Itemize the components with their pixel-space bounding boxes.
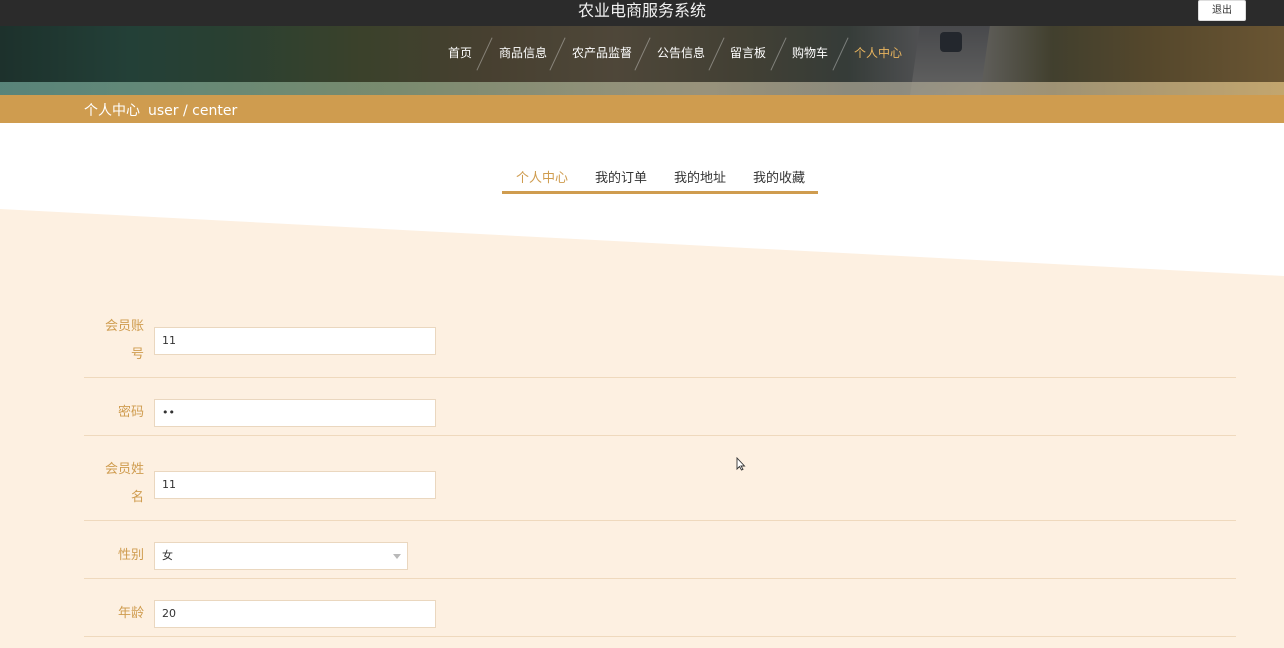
account-input[interactable]: 11 [154,327,436,355]
breadcrumb: 个人中心 user / center [0,95,1284,123]
chevron-down-icon [393,554,401,559]
site-title: 农业电商服务系统 [577,1,706,20]
mouse-cursor-icon [736,457,746,471]
name-input[interactable]: 11 [154,471,436,499]
age-label: 年龄 [117,606,144,621]
form-row-account: 会员账 号 11 [84,313,1236,378]
account-label-line2: 号 [130,347,144,362]
nav-item-home[interactable]: 首页 [448,44,472,61]
breadcrumb-title: 个人中心 [84,103,140,119]
password-input[interactable]: •• [154,399,436,427]
nav-item-supervision[interactable]: 农产品监督 [572,44,632,61]
gender-label: 性别 [117,548,144,563]
tab-orders[interactable]: 我的订单 [595,167,647,186]
nav-item-messages[interactable]: 留言板 [730,44,766,61]
name-label-line2: 名 [130,490,144,505]
tab-addresses[interactable]: 我的地址 [674,167,726,186]
password-label: 密码 [117,405,144,420]
form-row-password: 密码 •• [84,378,1236,436]
tab-favorites[interactable]: 我的收藏 [753,167,805,186]
form-row-age: 年龄 20 [84,579,1236,637]
account-label-line1: 会员账 [104,319,144,334]
main-nav: 首页 商品信息 农产品监督 公告信息 留言板 购物车 个人中心 [0,26,1284,82]
gender-selected-value: 女 [162,549,173,562]
top-bar: 农业电商服务系统 退出 [0,0,1284,26]
breadcrumb-path: user / center [148,103,238,119]
nav-item-profile[interactable]: 个人中心 [854,44,902,61]
form-row-gender: 性别 女 [84,521,1236,579]
form-row-name: 会员姓 名 11 [84,436,1236,521]
tab-profile[interactable]: 个人中心 [516,167,568,186]
nav-item-products[interactable]: 商品信息 [499,44,547,61]
profile-tabs: 个人中心 我的订单 我的地址 我的收藏 [502,160,818,194]
nav-item-cart[interactable]: 购物车 [792,44,828,61]
gender-select[interactable]: 女 [154,542,408,570]
name-label-line1: 会员姓 [104,462,144,477]
age-input[interactable]: 20 [154,600,436,628]
nav-item-announcements[interactable]: 公告信息 [657,44,705,61]
logout-button[interactable]: 退出 [1198,0,1246,21]
